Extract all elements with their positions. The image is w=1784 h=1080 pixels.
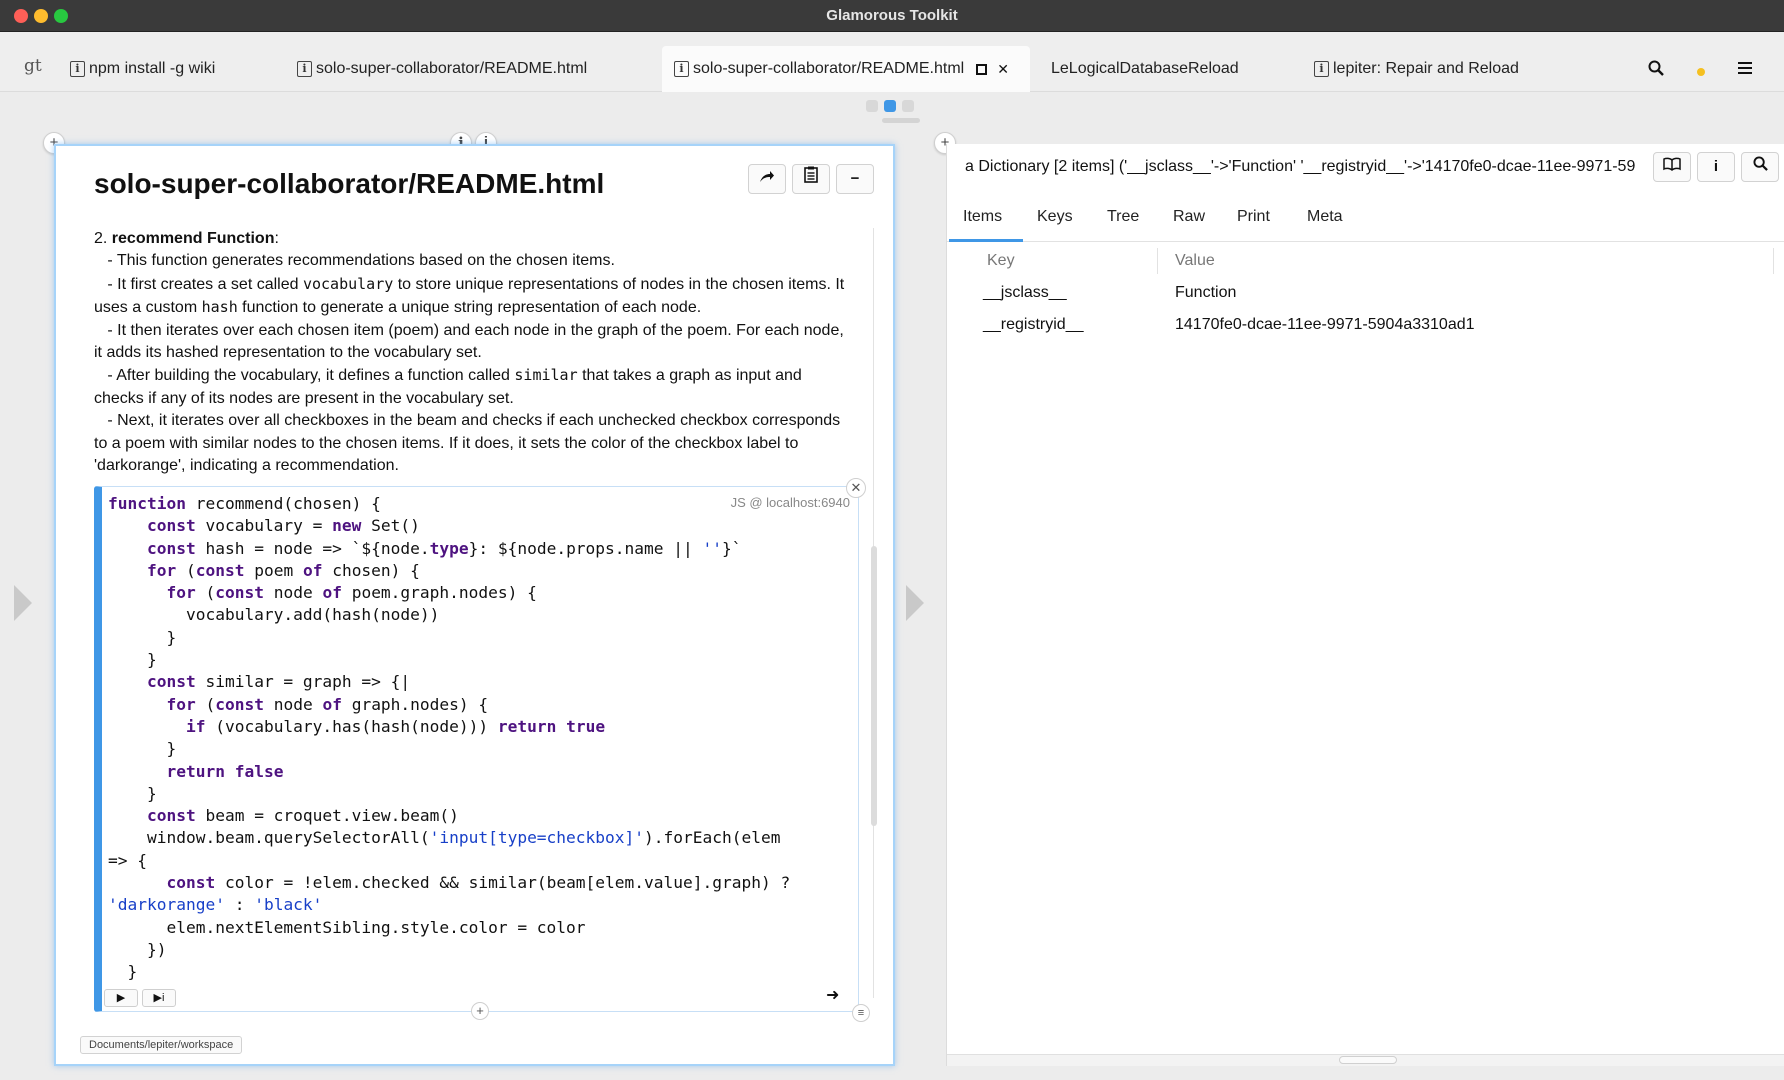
remove-snippet-button[interactable]: ✕ — [846, 478, 866, 498]
inspector-icon: i — [674, 61, 689, 77]
search-icon[interactable] — [1648, 60, 1664, 81]
tab-label: LeLogicalDatabaseReload — [1051, 60, 1239, 77]
tab-logical-database-reload[interactable]: LeLogicalDatabaseReload — [1051, 46, 1239, 92]
active-tab-underline — [949, 239, 1023, 242]
inline-code: hash — [201, 298, 238, 317]
inline-code: similar — [514, 366, 578, 385]
inspector-icon: i — [70, 61, 85, 77]
text-paragraph: - It then iterates over each chosen item… — [94, 321, 849, 362]
text-paragraph: - It first creates a set called vocabula… — [94, 274, 849, 317]
arrow-right-icon[interactable]: ➜ — [826, 985, 839, 1005]
heading-function-name: recommend Function — [111, 230, 275, 247]
status-dot-icon — [1696, 62, 1706, 82]
readme-text: 2. recommend Function: - This function g… — [94, 228, 850, 477]
lepiter-page-pane: solo-super-collaborator/README.html − 2.… — [54, 144, 895, 1066]
tab-readme-active[interactable]: i solo-super-collaborator/README.html ✕ — [662, 46, 1030, 92]
next-page-arrow-icon[interactable] — [906, 585, 924, 621]
heading-number: 2. — [94, 230, 112, 247]
previous-page-arrow-icon[interactable] — [14, 585, 32, 621]
add-snippet-button[interactable]: + — [471, 1002, 489, 1020]
code-editor[interactable]: function recommend(chosen) { const vocab… — [108, 493, 790, 984]
close-tab-icon[interactable]: ✕ — [997, 61, 1009, 78]
tab-label: lepiter: Repair and Reload — [1333, 60, 1519, 77]
search-button[interactable] — [1741, 152, 1779, 182]
browse-button[interactable] — [1653, 152, 1691, 182]
search-icon — [1752, 156, 1768, 171]
clipboard-icon — [804, 166, 818, 183]
run-and-inspect-button[interactable]: ▶i — [142, 989, 176, 1007]
inspector-title: a Dictionary [2 items] ('__jsclass__'->'… — [965, 158, 1636, 175]
text-paragraph: - Next, it iterates over all checkboxes … — [94, 412, 845, 475]
pager-dot-active[interactable] — [884, 100, 896, 112]
inspect-button[interactable]: i — [1697, 152, 1735, 182]
inspector-icon: i — [1314, 61, 1329, 77]
inline-code: vocabulary — [302, 274, 394, 293]
inspector-pane: a Dictionary [2 items] ('__jsclass__'->'… — [946, 144, 1784, 1066]
row-value[interactable]: Function — [1175, 284, 1236, 302]
row-key[interactable]: __registryid__ — [983, 316, 1084, 334]
tab-print[interactable]: Print — [1237, 208, 1270, 226]
column-divider[interactable] — [1157, 248, 1158, 274]
pager-scroll-bar[interactable] — [882, 118, 920, 123]
heading-colon: : — [274, 230, 279, 247]
inspector-view-tabs: Items Keys Tree Raw Print Meta — [947, 194, 1784, 242]
tab-npm-install[interactable]: i npm install -g wiki — [70, 46, 215, 92]
window-title: Glamorous Toolkit — [826, 7, 958, 24]
gt-logo[interactable]: gt — [24, 56, 42, 76]
javascript-code-snippet[interactable]: JS @ localhost:6940 function recommend(c… — [94, 486, 859, 1012]
hamburger-menu-icon[interactable] — [1738, 60, 1752, 80]
row-key[interactable]: __jsclass__ — [983, 284, 1067, 302]
title-bar: Glamorous Toolkit — [0, 0, 1784, 32]
tab-tree[interactable]: Tree — [1107, 208, 1139, 226]
pager-dot[interactable] — [902, 100, 914, 112]
text-paragraph: - After building the vocabulary, it defi… — [94, 366, 807, 407]
tab-readme-1[interactable]: i solo-super-collaborator/README.html — [297, 46, 587, 92]
pager-dot[interactable] — [866, 100, 878, 112]
snippet-menu-icon[interactable]: ≡ — [852, 1004, 870, 1022]
column-divider[interactable] — [1773, 248, 1774, 274]
page-title: solo-super-collaborator/README.html — [94, 168, 605, 199]
clipboard-button[interactable] — [792, 164, 830, 194]
maximize-tab-icon[interactable] — [976, 63, 988, 75]
tab-items[interactable]: Items — [963, 208, 1002, 226]
tab-raw[interactable]: Raw — [1173, 208, 1205, 226]
tab-meta[interactable]: Meta — [1307, 208, 1343, 226]
tab-label: solo-super-collaborator/README.html — [693, 60, 965, 77]
tab-lepiter-repair[interactable]: i lepiter: Repair and Reload — [1314, 46, 1519, 92]
inspector-icon: i — [297, 61, 312, 77]
open-book-icon — [1663, 157, 1681, 172]
tab-keys[interactable]: Keys — [1037, 208, 1073, 226]
tab-strip: gt i npm install -g wiki i solo-super-co… — [0, 32, 1784, 92]
database-path-label[interactable]: Documents/lepiter/workspace — [80, 1036, 243, 1054]
row-value[interactable]: 14170fe0-dcae-11ee-9971-5904a3310ad1 — [1175, 316, 1475, 334]
text-line: - This function generates recommendation… — [94, 252, 615, 270]
column-header-key[interactable]: Key — [987, 252, 1015, 270]
resize-handle[interactable] — [1339, 1056, 1397, 1064]
column-header-value[interactable]: Value — [1175, 252, 1215, 270]
share-button[interactable] — [748, 164, 786, 194]
scroll-thumb[interactable] — [871, 546, 877, 826]
share-arrow-icon — [760, 171, 774, 182]
run-code-button[interactable]: ▶ — [104, 989, 138, 1007]
tab-label: npm install -g wiki — [89, 60, 216, 77]
collapse-button[interactable]: − — [836, 164, 874, 194]
page-pager — [866, 100, 914, 112]
tab-label: solo-super-collaborator/README.html — [316, 60, 588, 77]
